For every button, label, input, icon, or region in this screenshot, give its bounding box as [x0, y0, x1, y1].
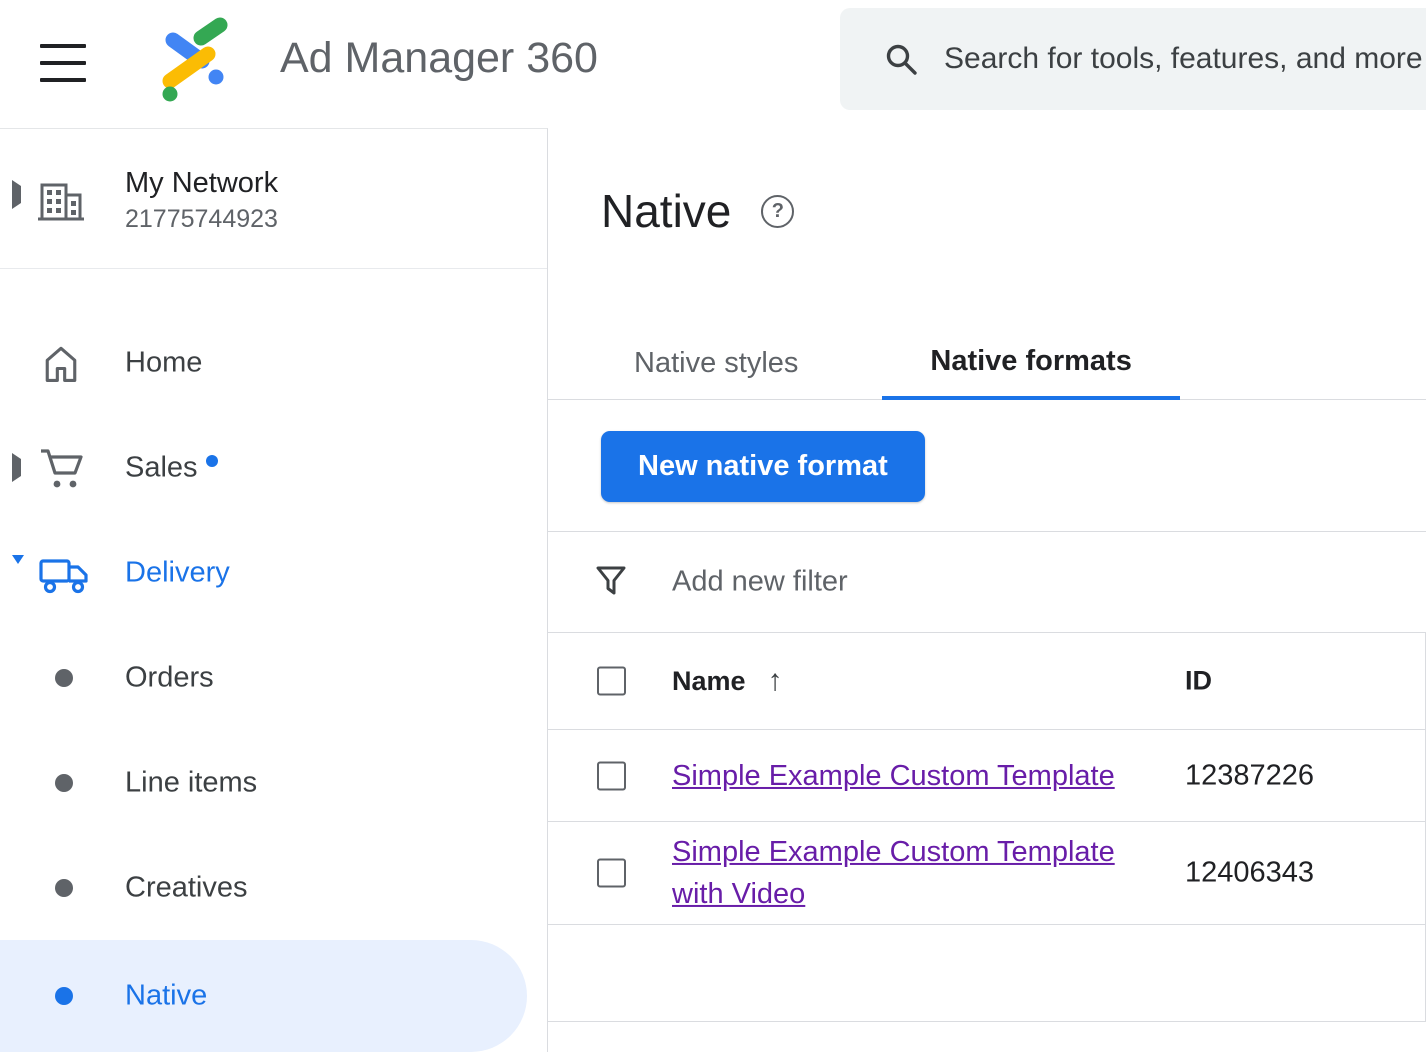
sidebar-item-label: Orders: [125, 661, 214, 694]
truck-icon: [38, 551, 90, 595]
row-checkbox[interactable]: [597, 859, 626, 888]
main-content: Native ? Native styles Native formats Ne…: [548, 128, 1426, 1052]
sidebar-item-line-items[interactable]: Line items: [0, 730, 547, 835]
network-id: 21775744923: [125, 205, 278, 234]
sidebar-item-label: Line items: [125, 766, 257, 799]
collapse-down-icon: [12, 564, 24, 582]
expand-right-icon: [12, 186, 21, 204]
toolbar: New native format: [548, 400, 1426, 532]
table-row: Simple Example Custom Template 12387226: [548, 730, 1425, 822]
building-icon: [36, 175, 86, 223]
table-empty-row: [548, 925, 1425, 1022]
ad-manager-logo-icon: [148, 15, 240, 107]
sidebar: My Network 21775744923 Home: [0, 128, 548, 1052]
format-id: 12387226: [1185, 759, 1314, 792]
sidebar-item-delivery[interactable]: Delivery: [0, 520, 547, 625]
sidebar-item-orders[interactable]: Orders: [0, 625, 547, 730]
filter-funnel-icon: [595, 564, 627, 598]
search-placeholder: Search for tools, features, and more: [944, 42, 1423, 76]
cart-icon: [38, 445, 86, 491]
sidebar-item-creatives[interactable]: Creatives: [0, 835, 547, 940]
expand-right-icon: [12, 459, 21, 477]
table-row: Simple Example Custom Template with Vide…: [548, 822, 1425, 925]
search-bar[interactable]: Search for tools, features, and more: [840, 8, 1426, 110]
row-checkbox[interactable]: [597, 761, 626, 790]
sort-ascending-icon: ↑: [768, 664, 783, 698]
ad-manager-page: Ad Manager 360 Search for tools, feature…: [0, 0, 1426, 1052]
bullet-icon: [55, 669, 73, 687]
bullet-icon: [55, 774, 73, 792]
native-format-link[interactable]: Simple Example Custom Template with Vide…: [672, 831, 1144, 915]
network-name: My Network: [125, 167, 278, 200]
native-formats-table: Name ↑ ID Simple Example Custom Template…: [548, 633, 1426, 1022]
sidebar-item-label: Native: [125, 980, 207, 1013]
page-head: Native ?: [601, 184, 794, 238]
bullet-icon: [55, 987, 73, 1005]
help-icon[interactable]: ?: [761, 195, 794, 228]
notification-dot: [206, 455, 218, 467]
sidebar-nav: Home Sales: [0, 269, 547, 1052]
format-id: 12406343: [1185, 857, 1314, 890]
network-selector[interactable]: My Network 21775744923: [0, 129, 547, 269]
id-column-header: ID: [1185, 666, 1212, 697]
sidebar-item-native[interactable]: Native: [0, 940, 527, 1052]
table-header-row: Name ↑ ID: [548, 633, 1425, 730]
menu-icon[interactable]: [40, 44, 86, 82]
add-filter-label: Add new filter: [672, 566, 848, 599]
native-format-link[interactable]: Simple Example Custom Template: [672, 754, 1115, 796]
sidebar-item-sales[interactable]: Sales: [0, 415, 547, 520]
select-all-checkbox[interactable]: [597, 667, 626, 696]
sidebar-item-label: Home: [125, 346, 202, 379]
topbar: Ad Manager 360 Search for tools, feature…: [0, 0, 1426, 128]
sidebar-item-home[interactable]: Home: [0, 310, 547, 415]
sidebar-item-label: Delivery: [125, 556, 230, 589]
sidebar-item-label: Sales: [125, 451, 198, 484]
search-icon: [884, 42, 918, 76]
app-title: Ad Manager 360: [280, 34, 598, 83]
tab-native-formats[interactable]: Native formats: [882, 326, 1179, 400]
tab-bar: Native styles Native formats: [548, 326, 1426, 400]
home-icon: [38, 341, 84, 385]
page-title: Native: [601, 184, 731, 238]
bullet-icon: [55, 879, 73, 897]
tab-native-styles[interactable]: Native styles: [600, 326, 832, 400]
new-native-format-button[interactable]: New native format: [601, 431, 925, 502]
name-column-label: Name: [672, 666, 746, 697]
name-column-header[interactable]: Name ↑: [672, 664, 783, 698]
sidebar-item-label: Creatives: [125, 871, 248, 904]
filter-bar[interactable]: Add new filter: [548, 532, 1426, 633]
